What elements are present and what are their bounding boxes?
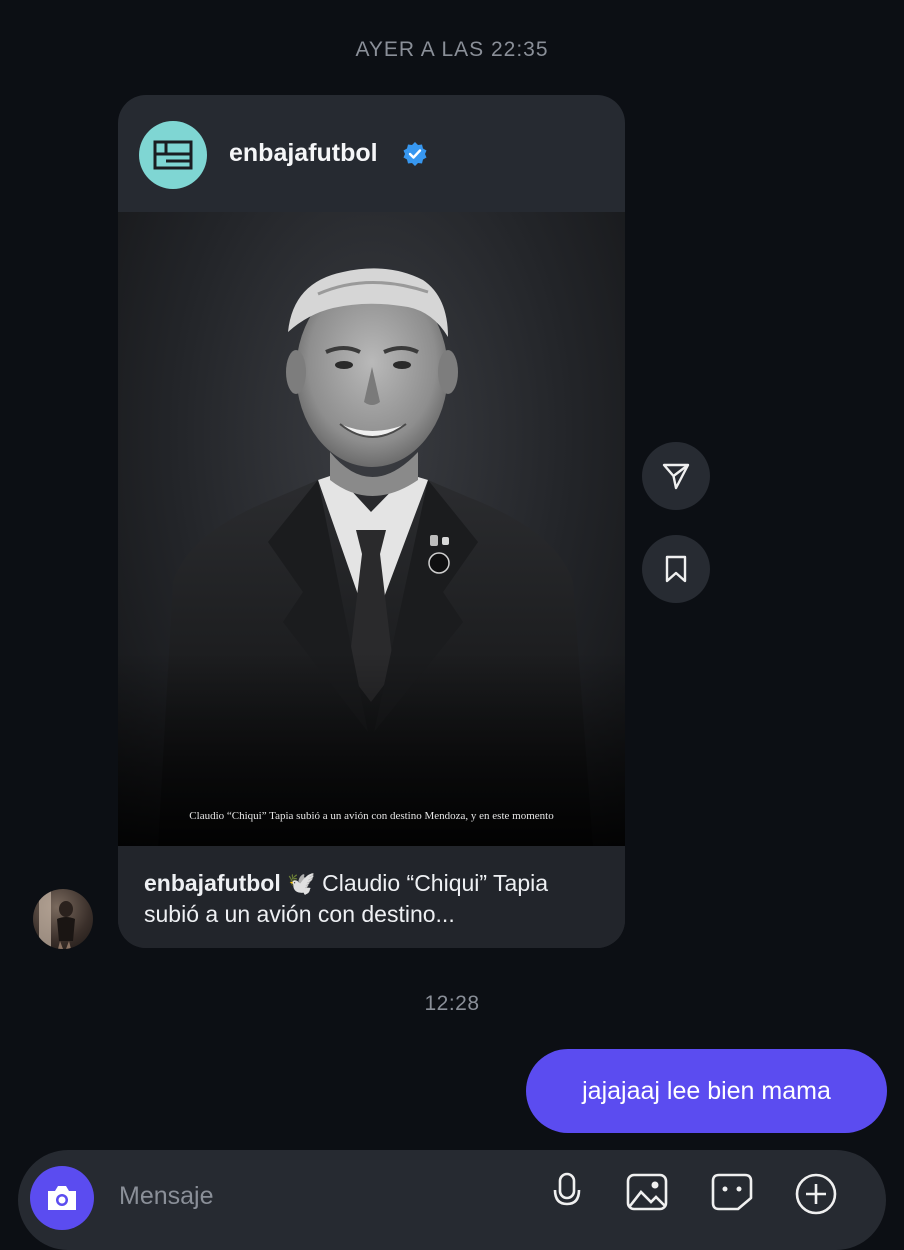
- sender-avatar[interactable]: [33, 889, 93, 949]
- gallery-icon[interactable]: [625, 1172, 669, 1212]
- sent-message-bubble[interactable]: jajajaaj lee bien mama: [526, 1049, 887, 1133]
- post-header[interactable]: enbajafutbol: [118, 95, 625, 212]
- account-avatar[interactable]: [139, 121, 207, 189]
- share-icon: [662, 463, 690, 490]
- portrait-photo: [118, 268, 625, 846]
- microphone-icon[interactable]: [551, 1172, 583, 1212]
- share-button[interactable]: [642, 442, 710, 510]
- post-caption-text: enbajafutbol 🕊️ Claudio “Chiqui” Tapia s…: [144, 868, 604, 930]
- image-headline: VUELA ALTO: [118, 832, 625, 846]
- bookmark-icon: [665, 555, 687, 583]
- brand-logo-icon: [153, 140, 193, 170]
- image-caption-small: Claudio “Chiqui” Tapia subió a un avión …: [189, 810, 554, 822]
- post-image[interactable]: Claudio “Chiqui” Tapia subió a un avión …: [118, 212, 625, 846]
- plus-icon[interactable]: [794, 1172, 838, 1216]
- sticker-icon[interactable]: [710, 1172, 754, 1212]
- sender-photo: [39, 889, 75, 949]
- message-input[interactable]: Mensaje: [119, 1182, 214, 1211]
- post-username[interactable]: enbajafutbol: [229, 139, 378, 168]
- sent-message-text: jajajaaj lee bien mama: [582, 1076, 831, 1105]
- post-caption[interactable]: enbajafutbol 🕊️ Claudio “Chiqui” Tapia s…: [118, 846, 625, 948]
- timestamp-top: AYER A LAS 22:35: [355, 38, 549, 61]
- message-composer[interactable]: Mensaje: [18, 1150, 886, 1250]
- shared-post-card[interactable]: enbajafutbol Claudio “Chiqui” Tapia subi…: [118, 95, 625, 948]
- timestamp-middle: 12:28: [424, 992, 480, 1015]
- dove-emoji: 🕊️: [287, 870, 316, 896]
- camera-button[interactable]: [30, 1166, 94, 1230]
- camera-icon: [48, 1186, 76, 1210]
- caption-username: enbajafutbol: [144, 870, 281, 896]
- verified-badge-icon: [403, 142, 427, 166]
- save-button[interactable]: [642, 535, 710, 603]
